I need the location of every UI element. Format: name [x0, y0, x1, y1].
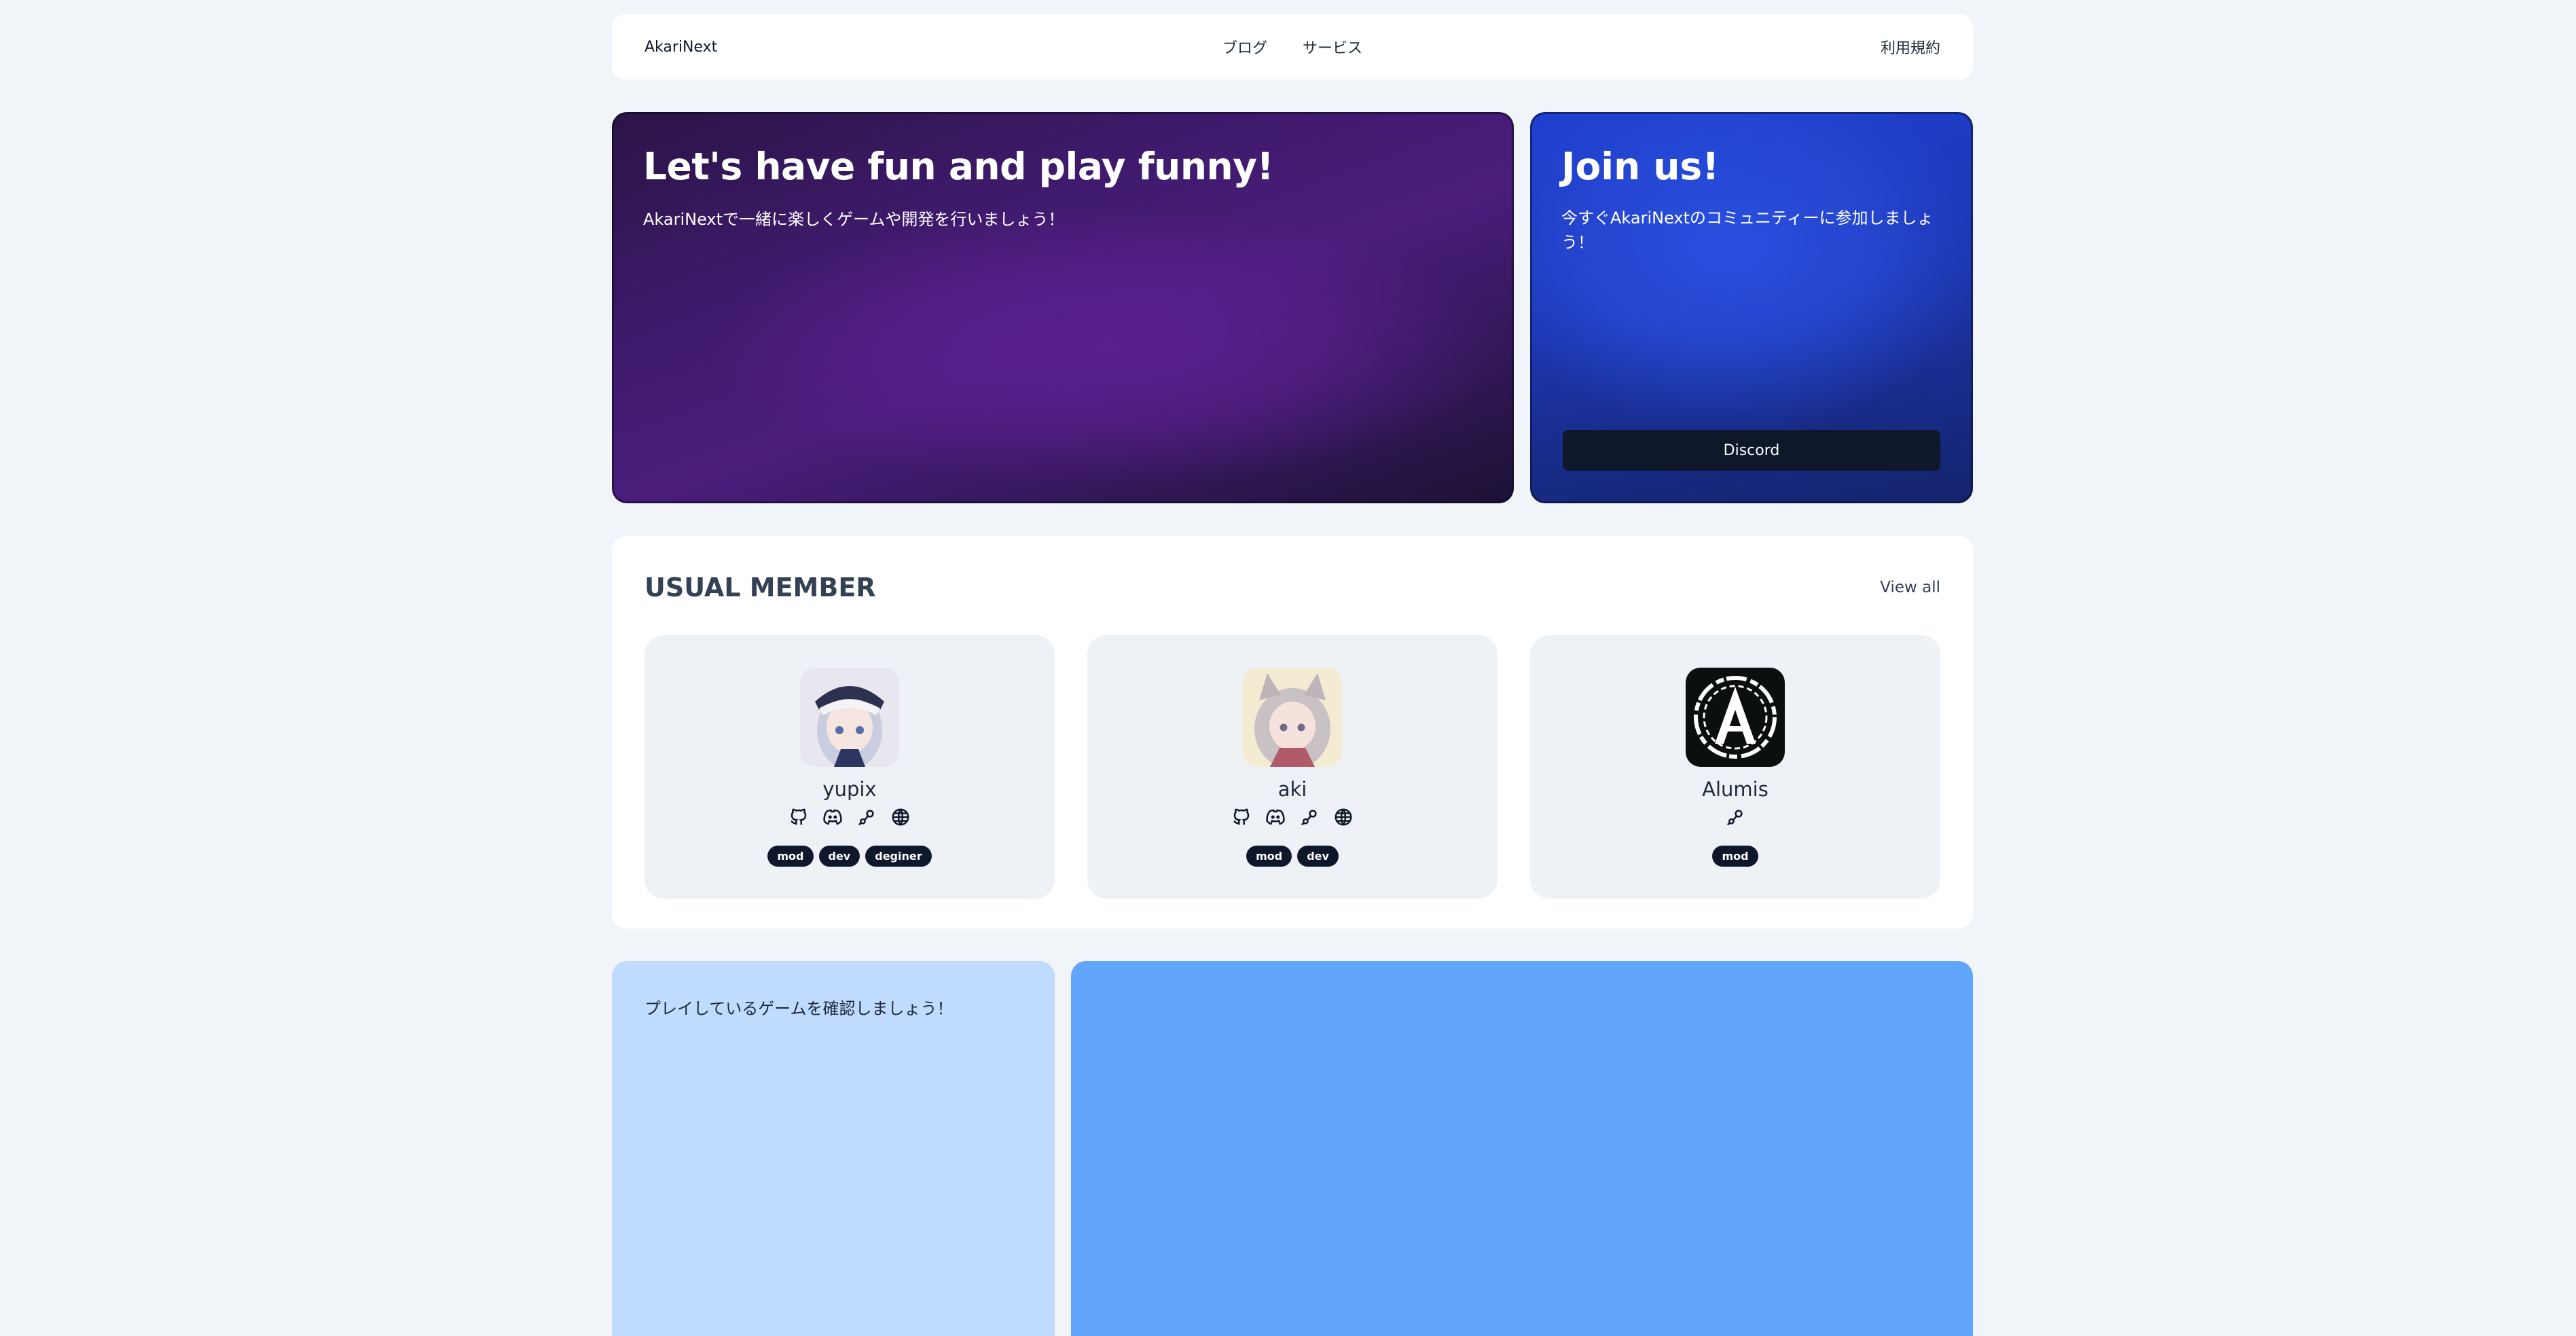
hero-subtitle: AkariNextで一緒に楽しくゲームや開発を行いましょう！ [643, 210, 1065, 229]
nav-link-services[interactable]: サービス [1303, 36, 1362, 58]
discord-icon[interactable] [822, 807, 843, 827]
view-all-link[interactable]: View all [1880, 579, 1940, 596]
avatar [1686, 668, 1785, 767]
role-tag: mod [767, 846, 814, 867]
role-tag: dev [1297, 846, 1339, 867]
member-card[interactable]: aki mod dev [1087, 635, 1498, 899]
hero-title: Let's have fun and play funny! [643, 145, 1274, 188]
nav-link-blog[interactable]: ブログ [1222, 36, 1267, 58]
social-links [1725, 806, 1745, 828]
steam-icon[interactable] [856, 807, 877, 827]
avatar [1243, 668, 1342, 767]
main-nav: ブログ サービス [1222, 36, 1362, 58]
role-tag: dev [818, 846, 860, 867]
role-tag: mod [1246, 846, 1292, 867]
role-tag: deginer [865, 846, 932, 867]
join-text: 今すぐAkariNextのコミュニティーに参加しましょう！ [1561, 209, 1934, 252]
discord-icon[interactable] [1265, 807, 1286, 827]
section-header: USUAL MEMBER View all [645, 568, 1940, 607]
nav-link-terms[interactable]: 利用規約 [1881, 36, 1940, 58]
globe-icon[interactable] [1333, 807, 1354, 827]
role-tags: mod dev [1246, 846, 1339, 867]
globe-icon[interactable] [890, 807, 911, 827]
role-tags: mod dev deginer [767, 846, 932, 867]
member-card[interactable]: Alumis mod [1530, 635, 1940, 899]
member-card[interactable]: yupix mod dev deginer [645, 635, 1055, 899]
github-icon[interactable] [788, 807, 809, 827]
github-icon[interactable] [1231, 807, 1252, 827]
top-navbar: AkariNext ブログ サービス 利用規約 [612, 14, 1973, 79]
hero-banner: Let's have fun and play funny! AkariNext… [612, 112, 1514, 503]
join-title: Join us! [1561, 145, 1720, 188]
section-title: USUAL MEMBER [645, 573, 876, 602]
member-name: aki [1277, 778, 1307, 801]
games-intro-text: プレイしているゲームを確認しましょう！ [645, 999, 954, 1018]
join-card: Join us! 今すぐAkariNextのコミュニティーに参加しましょう！ D… [1530, 112, 1973, 503]
brand-logo-link[interactable]: AkariNext [645, 39, 717, 56]
avatar [800, 668, 899, 767]
discord-button[interactable]: Discord [1563, 430, 1940, 471]
social-links [788, 806, 911, 828]
role-tag: mod [1712, 846, 1758, 867]
games-intro-panel: プレイしているゲームを確認しましょう！ [612, 961, 1055, 1336]
usual-member-section: USUAL MEMBER View all yupix mod dev degi… [612, 536, 1973, 928]
member-name: yupix [822, 778, 877, 801]
role-tags: mod [1712, 846, 1758, 867]
member-name: Alumis [1702, 778, 1768, 801]
steam-icon[interactable] [1299, 807, 1320, 827]
games-showcase-panel [1071, 961, 1973, 1336]
member-card-list: yupix mod dev deginer aki mod dev Alumis… [645, 635, 1940, 899]
steam-icon[interactable] [1725, 807, 1745, 827]
social-links [1231, 806, 1354, 828]
